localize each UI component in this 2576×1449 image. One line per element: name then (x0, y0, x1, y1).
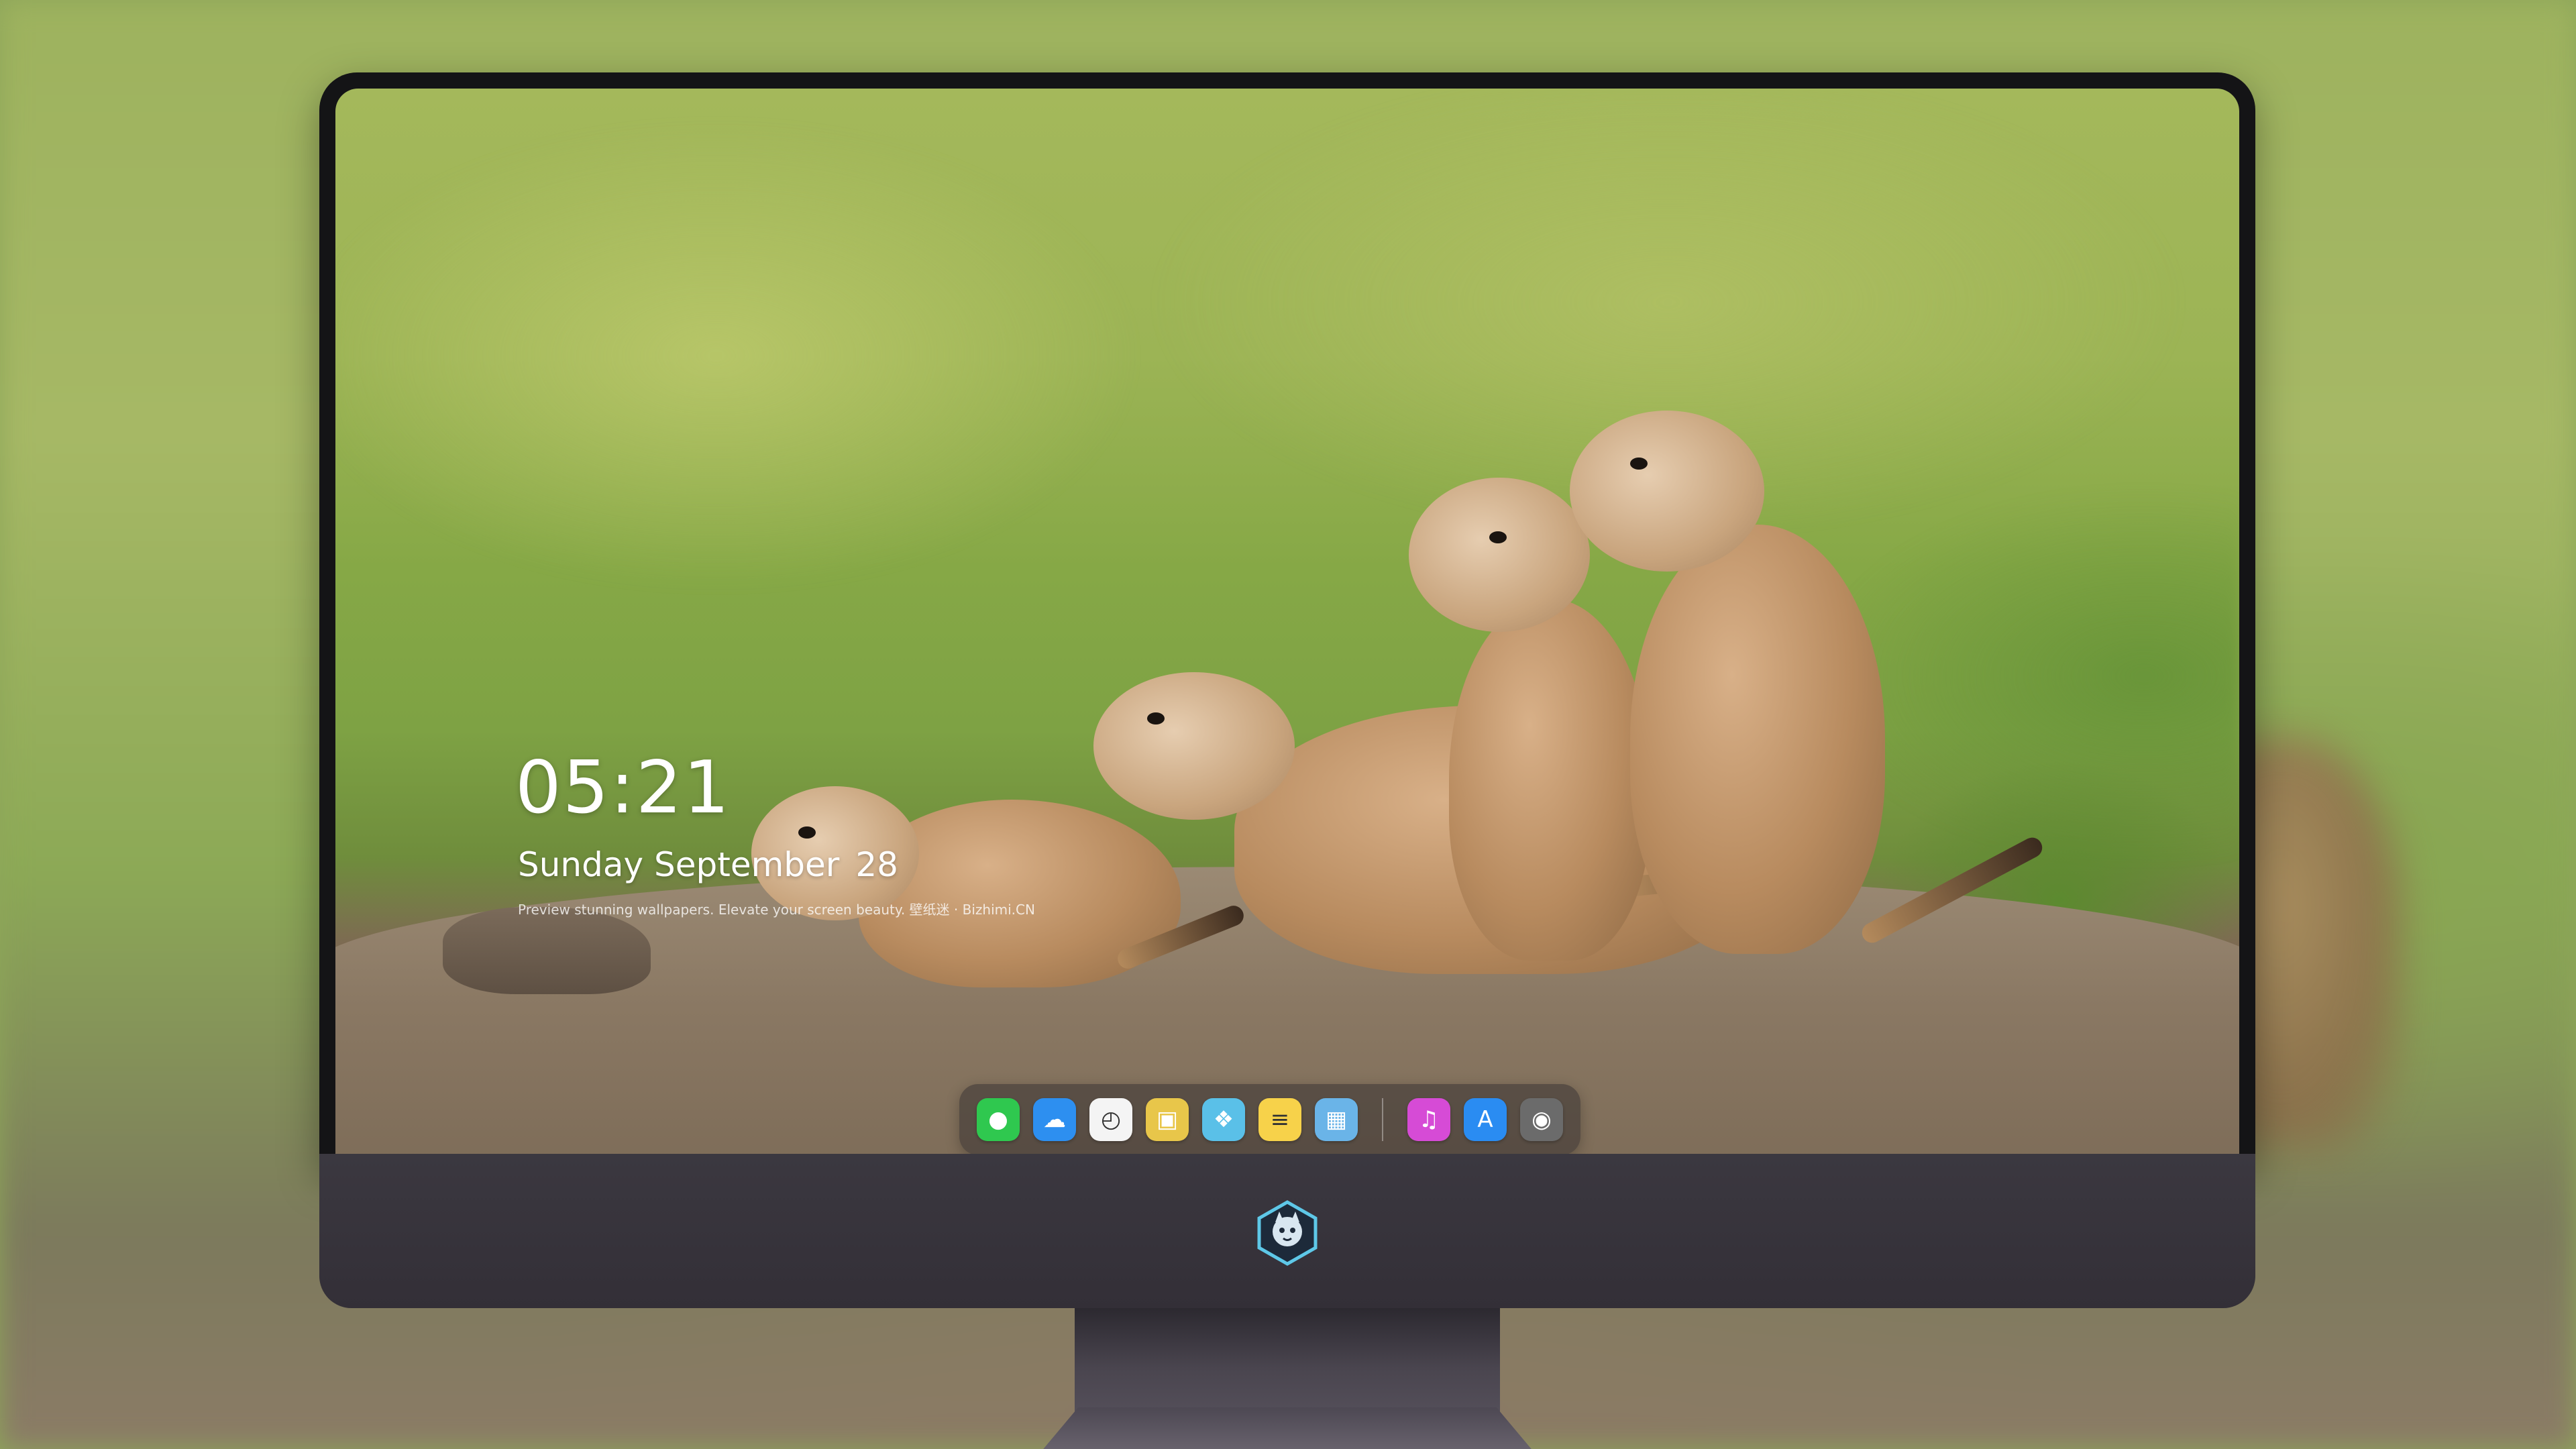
cloud-icon[interactable]: ☁ (1033, 1098, 1076, 1141)
wallpaper-tagline: Preview stunning wallpapers. Elevate you… (518, 902, 1035, 918)
notes-icon[interactable]: ≡ (1258, 1098, 1301, 1141)
preview-icon[interactable]: ▣ (1146, 1098, 1189, 1141)
lock-screen-date: Sunday September 28 (518, 845, 898, 884)
lock-screen-day-number: 28 (855, 845, 898, 884)
app-store-icon[interactable]: A (1464, 1098, 1507, 1141)
monitor: 05:21 Sunday September 28 Preview stunnin… (319, 72, 2255, 1449)
photos-icon[interactable]: ▦ (1315, 1098, 1358, 1141)
music-note-icon[interactable]: ♫ (1407, 1098, 1450, 1141)
monitor-stand-base (997, 1407, 1578, 1449)
brand-logo-icon (1257, 1200, 1318, 1266)
dock: ● ☁ ◴ ▣ ❖ ≡ ▦ ♫ A ◉ (959, 1084, 1580, 1155)
wallpaper-prairie-dog (1570, 411, 2053, 1068)
monitor-screen[interactable]: 05:21 Sunday September 28 Preview stunnin… (335, 89, 2239, 1157)
monitor-bezel: 05:21 Sunday September 28 Preview stunnin… (319, 72, 2255, 1167)
wallpaper-rock (443, 907, 651, 994)
dock-separator (1382, 1098, 1383, 1141)
lock-screen-clock: 05:21 (515, 746, 731, 830)
lock-screen-day: Sunday (518, 845, 644, 884)
camera-icon[interactable]: ◉ (1520, 1098, 1563, 1141)
lock-screen-month: September (654, 845, 840, 884)
chat-bubble-icon[interactable]: ● (977, 1098, 1020, 1141)
clock-icon[interactable]: ◴ (1089, 1098, 1132, 1141)
clapper-icon[interactable]: ❖ (1202, 1098, 1245, 1141)
desktop-scene: 05:21 Sunday September 28 Preview stunnin… (0, 0, 2576, 1449)
